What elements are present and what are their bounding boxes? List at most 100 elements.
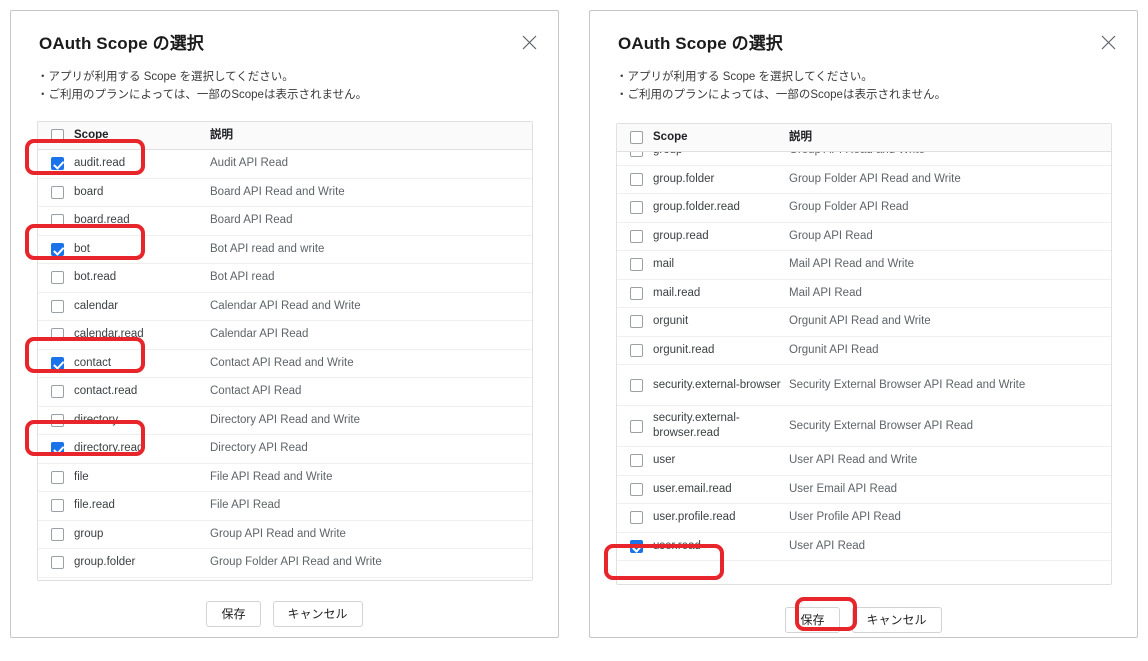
scope-description: User Email API Read xyxy=(789,482,898,495)
scope-checkbox-cell xyxy=(617,419,653,433)
save-button[interactable]: 保存 xyxy=(206,601,261,627)
table-row[interactable]: bot Bot API read and write xyxy=(38,235,532,264)
table-row[interactable]: user User API Read and Write xyxy=(617,447,1111,476)
table-row[interactable]: group.folder Group Folder API Read and Wr… xyxy=(38,549,532,578)
save-button[interactable]: 保存 xyxy=(785,607,840,633)
page-title: OAuth Scope の選択 xyxy=(618,34,783,53)
scope-name: mail xyxy=(653,258,675,271)
scope-checkbox[interactable] xyxy=(50,556,64,570)
column-header-description: 説明 xyxy=(210,129,233,141)
scope-checkbox-cell xyxy=(617,201,653,215)
table-row[interactable]: user.email.read User Email API Read xyxy=(617,475,1111,504)
scope-checkbox[interactable] xyxy=(50,356,64,370)
scope-list-right: groupGroup API Read and Writegroup.folde… xyxy=(617,152,1111,561)
scope-list-viewport-right[interactable]: groupGroup API Read and Writegroup.folde… xyxy=(617,152,1111,584)
scope-checkbox[interactable] xyxy=(629,378,643,392)
scope-checkbox[interactable] xyxy=(629,482,643,496)
table-row[interactable]: directory Directory API Read and Write xyxy=(38,406,532,435)
scope-description: Contact API Read and Write xyxy=(210,356,354,369)
table-row[interactable]: board Board API Read and Write xyxy=(38,178,532,207)
table-row[interactable]: orgunit.read Orgunit API Read xyxy=(617,336,1111,365)
scope-name: group.read xyxy=(653,229,709,242)
table-row[interactable]: contact Contact API Read and Write xyxy=(38,349,532,378)
scope-checkbox[interactable] xyxy=(50,271,64,285)
scope-checkbox-cell xyxy=(617,511,653,525)
scope-checkbox-cell xyxy=(617,482,653,496)
scope-description: Calendar API Read and Write xyxy=(210,299,361,312)
scope-name: group.folder.read xyxy=(653,201,740,214)
table-row[interactable]: file File API Read and Write xyxy=(38,463,532,492)
scope-checkbox-cell xyxy=(617,258,653,272)
scope-checkbox[interactable] xyxy=(50,499,64,513)
close-icon[interactable] xyxy=(516,29,542,55)
scope-checkbox[interactable] xyxy=(50,470,64,484)
table-row[interactable]: mail.read Mail API Read xyxy=(617,279,1111,308)
scope-checkbox[interactable] xyxy=(629,419,643,433)
scope-table-left: Scope 説明 audit.read Audit API Read board Bo… xyxy=(37,121,533,581)
table-row[interactable]: group.folder Group Folder API Read and Wr… xyxy=(617,165,1111,194)
scope-checkbox[interactable] xyxy=(629,315,643,329)
oauth-scope-dialog-left: OAuth Scope の選択 ・アプリが利用する Scope を選択してくださ… xyxy=(10,10,559,638)
scope-checkbox-cell xyxy=(38,385,74,399)
scope-checkbox[interactable] xyxy=(629,511,643,525)
table-row[interactable]: directory.read Directory API Read xyxy=(38,435,532,464)
scope-checkbox[interactable] xyxy=(629,229,643,243)
scope-description: User API Read and Write xyxy=(789,454,918,467)
scope-checkbox[interactable] xyxy=(50,157,64,171)
table-row[interactable]: board.read Board API Read xyxy=(38,207,532,236)
scope-name: user.profile.read xyxy=(653,511,736,524)
scope-checkbox[interactable] xyxy=(629,152,643,158)
scope-list-left: audit.read Audit API Read board Board API R… xyxy=(38,150,532,580)
scope-name: user.read xyxy=(653,539,701,552)
column-header-description: 説明 xyxy=(789,131,812,143)
table-row[interactable]: file.read File API Read xyxy=(38,492,532,521)
select-all-checkbox[interactable] xyxy=(629,131,643,144)
cancel-button[interactable]: キャンセル xyxy=(851,607,942,633)
table-row[interactable]: group.read Group API Read xyxy=(617,222,1111,251)
close-icon[interactable] xyxy=(1095,29,1121,55)
scope-checkbox[interactable] xyxy=(629,258,643,272)
table-row[interactable]: group.folder.readGroup Folder API Read xyxy=(38,577,532,580)
table-row[interactable]: user.read User API Read xyxy=(617,532,1111,561)
scope-checkbox[interactable] xyxy=(50,214,64,228)
table-row[interactable]: security.external-browser.read Security E… xyxy=(617,406,1111,447)
table-row[interactable]: bot.read Bot API read xyxy=(38,264,532,293)
scope-checkbox[interactable] xyxy=(629,172,643,186)
scope-checkbox-cell xyxy=(617,539,653,553)
table-row[interactable]: group.folder.readGroup Folder API Read xyxy=(617,194,1111,223)
table-row[interactable]: security.external-browser Security Extern… xyxy=(617,365,1111,406)
table-row[interactable]: mail Mail API Read and Write xyxy=(617,251,1111,280)
table-row[interactable]: user.profile.read User Profile API Read xyxy=(617,504,1111,533)
table-row[interactable]: groupGroup API Read and Write xyxy=(617,152,1111,166)
table-row[interactable]: contact.read Contact API Read xyxy=(38,378,532,407)
table-row[interactable]: calendar Calendar API Read and Write xyxy=(38,292,532,321)
table-row[interactable]: calendar.read Calendar API Read xyxy=(38,321,532,350)
scope-name: board xyxy=(74,185,104,198)
scope-description: Board API Read and Write xyxy=(210,185,345,198)
scope-checkbox[interactable] xyxy=(50,328,64,342)
scope-checkbox[interactable] xyxy=(50,442,64,456)
scope-checkbox[interactable] xyxy=(50,385,64,399)
table-row[interactable]: orgunit Orgunit API Read and Write xyxy=(617,308,1111,337)
scope-checkbox-cell xyxy=(617,172,653,186)
scope-name: group xyxy=(74,527,104,540)
scope-checkbox[interactable] xyxy=(50,185,64,199)
scope-list-viewport-left[interactable]: audit.read Audit API Read board Board API R… xyxy=(38,150,532,580)
scope-description: Bot API read and write xyxy=(210,242,325,255)
table-row[interactable]: audit.read Audit API Read xyxy=(38,150,532,179)
scope-checkbox[interactable] xyxy=(629,454,643,468)
table-row[interactable]: groupGroup API Read and Write xyxy=(38,520,532,549)
scope-description: Group API Read and Write xyxy=(789,152,1111,158)
scope-checkbox-cell xyxy=(38,527,74,541)
scope-checkbox[interactable] xyxy=(629,343,643,357)
scope-checkbox[interactable] xyxy=(50,413,64,427)
scope-checkbox[interactable] xyxy=(50,527,64,541)
scope-checkbox[interactable] xyxy=(50,242,64,256)
scope-checkbox[interactable] xyxy=(629,539,643,553)
select-all-checkbox[interactable] xyxy=(50,129,64,142)
scope-checkbox[interactable] xyxy=(50,299,64,313)
scope-checkbox[interactable] xyxy=(629,201,643,215)
scope-checkbox[interactable] xyxy=(629,286,643,300)
scope-name: group.folder xyxy=(74,556,136,569)
cancel-button[interactable]: キャンセル xyxy=(272,601,363,627)
